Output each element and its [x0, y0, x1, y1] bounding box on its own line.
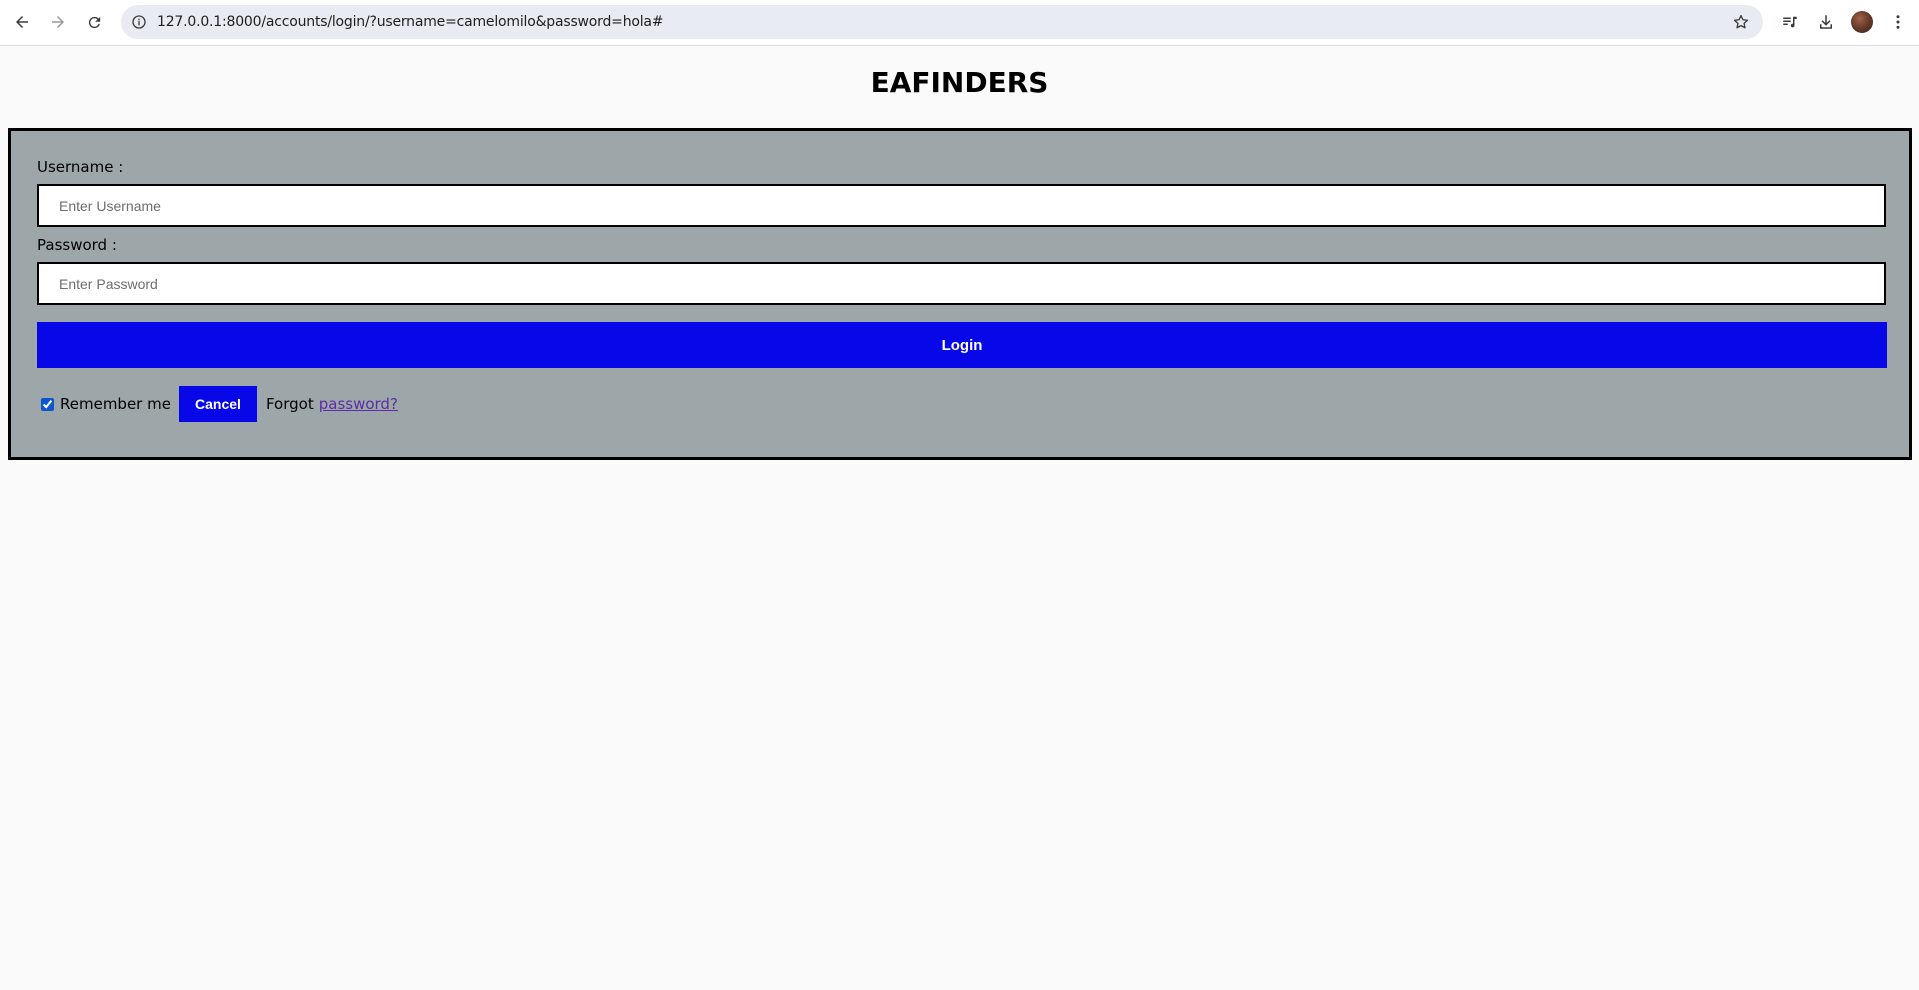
address-bar[interactable]: 127.0.0.1:8000/accounts/login/?username=… [121, 5, 1763, 39]
media-queue-icon[interactable] [1777, 9, 1803, 35]
url-text[interactable]: 127.0.0.1:8000/accounts/login/?username=… [157, 5, 664, 39]
forgot-password-link[interactable]: password? [319, 395, 398, 413]
back-icon [16, 16, 28, 28]
reload-button[interactable] [80, 8, 108, 36]
remember-me-checkbox[interactable] [41, 397, 54, 411]
forward-button[interactable] [44, 8, 72, 36]
browser-toolbar: 127.0.0.1:8000/accounts/login/?username=… [0, 0, 1919, 46]
page-title: EAFINDERS [870, 66, 1049, 99]
password-label: Password : [37, 236, 117, 254]
login-button[interactable]: Login [37, 322, 1887, 368]
remember-row: Remember me Cancel Forgot password? [39, 386, 398, 422]
remember-me-label: Remember me [60, 395, 171, 413]
username-label: Username : [37, 158, 124, 176]
info-icon[interactable] [129, 12, 149, 32]
star-icon[interactable] [1729, 10, 1753, 34]
back-button[interactable] [8, 8, 36, 36]
profile-avatar[interactable] [1851, 11, 1873, 33]
cancel-button[interactable]: Cancel [178, 386, 257, 422]
login-form: Username : Password : Login Remember me … [8, 128, 1912, 460]
more-menu-icon[interactable] [1885, 9, 1911, 35]
password-input[interactable] [37, 262, 1886, 305]
reload-icon [88, 16, 100, 28]
forward-icon [52, 16, 64, 28]
username-input[interactable] [37, 184, 1886, 227]
download-icon[interactable] [1813, 9, 1839, 35]
forgot-text: Forgot [265, 395, 314, 413]
